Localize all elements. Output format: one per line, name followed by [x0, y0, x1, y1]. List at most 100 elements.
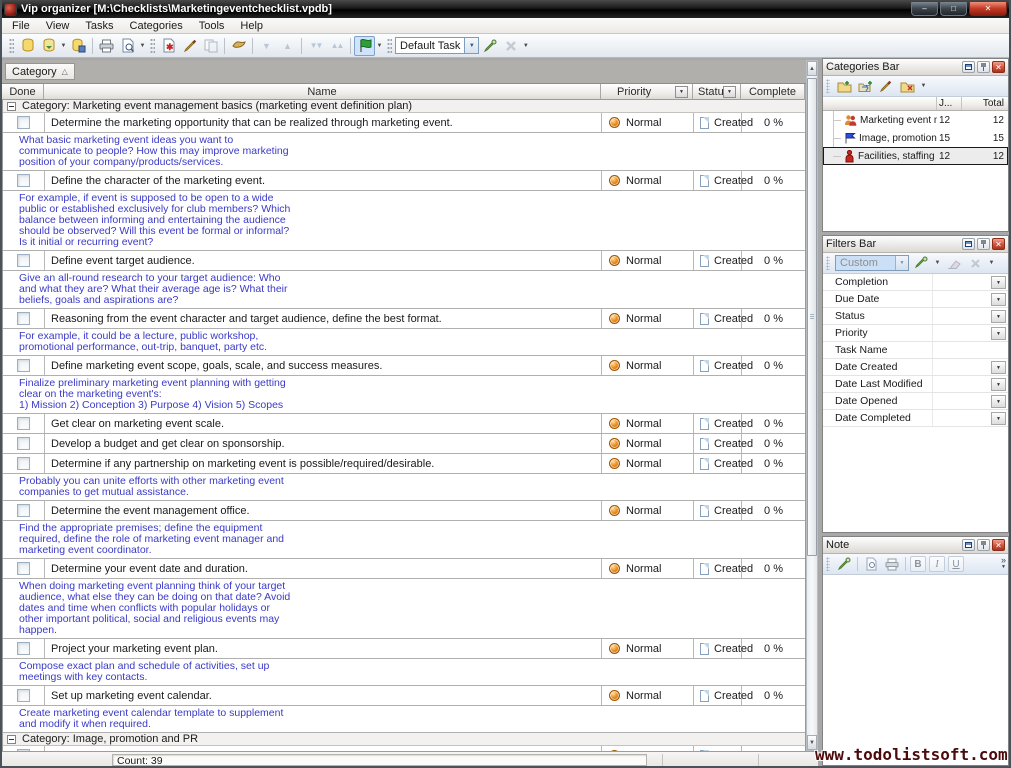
- move-up-button[interactable]: ▲: [277, 36, 298, 56]
- edit-category-button[interactable]: [877, 78, 895, 95]
- collapse-icon[interactable]: [7, 735, 16, 744]
- toolbar-overflow-arrow-icon[interactable]: ▼: [1001, 564, 1006, 571]
- filter-row[interactable]: Task Name: [823, 342, 1008, 359]
- minimize-button[interactable]: –: [911, 2, 938, 16]
- column-header-name[interactable]: Name: [44, 84, 601, 100]
- task-row[interactable]: Determine the event management office.No…: [3, 501, 805, 521]
- notification-dropdown[interactable]: ▼: [375, 43, 384, 49]
- task-checkbox[interactable]: [17, 642, 30, 655]
- menu-view[interactable]: View: [38, 19, 78, 33]
- column-header-jan[interactable]: J...: [937, 97, 962, 110]
- apply-filter-dropdown[interactable]: ▼: [933, 260, 942, 266]
- delete-category-button[interactable]: [898, 78, 916, 95]
- close-button[interactable]: ✕: [969, 2, 1007, 16]
- categories-restore-button[interactable]: [962, 61, 975, 73]
- filter-dropdown-button[interactable]: ▼: [991, 293, 1006, 306]
- filter-dropdown-button[interactable]: ▼: [991, 378, 1006, 391]
- note-close-button[interactable]: ✕: [992, 539, 1005, 551]
- menu-file[interactable]: File: [4, 19, 38, 33]
- status-filter-button[interactable]: ▼: [723, 86, 736, 98]
- new-database-button[interactable]: [17, 36, 38, 56]
- note-pin-button[interactable]: [977, 539, 990, 551]
- filter-dropdown-button[interactable]: ▼: [991, 276, 1006, 289]
- apply-template-button[interactable]: [479, 36, 500, 56]
- filter-row[interactable]: Date Last Modified▼: [823, 376, 1008, 393]
- task-checkbox[interactable]: [17, 417, 30, 430]
- task-row[interactable]: Set up marketing event calendar.NormalCr…: [3, 686, 805, 706]
- filter-row[interactable]: Date Completed▼: [823, 410, 1008, 427]
- task-row[interactable]: Reasoning from the event character and t…: [3, 309, 805, 329]
- task-checkbox[interactable]: [17, 504, 30, 517]
- chevron-down-icon[interactable]: ▼: [895, 256, 908, 270]
- task-row[interactable]: Project your marketing event plan.Normal…: [3, 639, 805, 659]
- filters-restore-button[interactable]: [962, 238, 975, 250]
- categories-pin-button[interactable]: [977, 61, 990, 73]
- note-print-button[interactable]: [883, 556, 901, 573]
- filter-row[interactable]: Completion▼: [823, 274, 1008, 291]
- menu-tasks[interactable]: Tasks: [77, 19, 121, 33]
- category-row[interactable]: Image, promotion and P 15 15: [823, 129, 1008, 147]
- apply-note-button[interactable]: [835, 556, 853, 573]
- filter-row[interactable]: Date Opened▼: [823, 393, 1008, 410]
- save-database-button[interactable]: [68, 36, 89, 56]
- italic-button[interactable]: I: [929, 556, 945, 572]
- menu-help[interactable]: Help: [232, 19, 271, 33]
- task-checkbox[interactable]: [17, 437, 30, 450]
- new-task-button[interactable]: ✱: [158, 36, 179, 56]
- print-preview-button[interactable]: [117, 36, 138, 56]
- new-category-button[interactable]: [835, 78, 853, 95]
- task-row[interactable]: Determine your event date and duration.N…: [3, 559, 805, 579]
- categories-close-button[interactable]: ✕: [992, 61, 1005, 73]
- filter-row[interactable]: Status▼: [823, 308, 1008, 325]
- category-group-row[interactable]: Category: Marketing event management bas…: [3, 100, 805, 113]
- group-by-category-button[interactable]: Category △: [5, 63, 75, 80]
- move-to-top-button[interactable]: ▲▲: [326, 36, 347, 56]
- column-header-complete[interactable]: Complete: [741, 84, 804, 100]
- task-checkbox[interactable]: [17, 562, 30, 575]
- column-header-priority[interactable]: Priority▼: [601, 84, 693, 100]
- filters-pin-button[interactable]: [977, 238, 990, 250]
- open-database-button[interactable]: [38, 36, 59, 56]
- mark-complete-button[interactable]: [228, 36, 249, 56]
- duplicate-task-button[interactable]: [200, 36, 221, 56]
- priority-filter-button[interactable]: ▼: [675, 86, 688, 98]
- task-row[interactable]: Define event target audience.NormalCreat…: [3, 251, 805, 271]
- task-checkbox[interactable]: [17, 689, 30, 702]
- category-row-selected[interactable]: Facilities, staffing and tr 12 12: [823, 147, 1008, 165]
- scrollbar-thumb[interactable]: [807, 78, 817, 556]
- category-row[interactable]: Marketing event manage 12 12: [823, 111, 1008, 129]
- category-group-row[interactable]: Category: Image, promotion and PR: [3, 733, 805, 746]
- filter-dropdown-button[interactable]: ▼: [991, 395, 1006, 408]
- apply-filter-button[interactable]: [912, 255, 930, 272]
- clear-filter-button[interactable]: [945, 255, 963, 272]
- chevron-down-icon[interactable]: ▼: [464, 38, 478, 53]
- task-row[interactable]: Develop a budget and get clear on sponso…: [3, 434, 805, 454]
- task-template-combo[interactable]: Default Task ▼: [395, 37, 479, 54]
- filter-row[interactable]: Date Created▼: [823, 359, 1008, 376]
- filters-toolbar-overflow[interactable]: ▼: [987, 260, 996, 266]
- task-row[interactable]: Determine the marketing opportunity that…: [3, 113, 805, 133]
- filter-preset-combo[interactable]: Custom ▼: [835, 255, 909, 271]
- task-row[interactable]: Get clear on marketing event scale.Norma…: [3, 414, 805, 434]
- note-content[interactable]: [823, 575, 1008, 765]
- filter-dropdown-button[interactable]: ▼: [991, 327, 1006, 340]
- categories-toolbar-overflow[interactable]: ▼: [919, 83, 928, 89]
- delete-template-button[interactable]: [500, 36, 521, 56]
- note-preview-button[interactable]: [862, 556, 880, 573]
- column-header-total[interactable]: Total: [962, 97, 1008, 110]
- delete-filter-button[interactable]: [966, 255, 984, 272]
- filter-row[interactable]: Priority▼: [823, 325, 1008, 342]
- task-row[interactable]: Determine if any partnership on marketin…: [3, 454, 805, 474]
- task-checkbox[interactable]: [17, 174, 30, 187]
- edit-task-button[interactable]: [179, 36, 200, 56]
- task-checkbox[interactable]: [17, 312, 30, 325]
- menu-categories[interactable]: Categories: [122, 19, 191, 33]
- task-checkbox[interactable]: [17, 254, 30, 267]
- move-to-bottom-button[interactable]: ▼▼: [305, 36, 326, 56]
- filter-dropdown-button[interactable]: ▼: [991, 412, 1006, 425]
- task-list-scrollbar[interactable]: ▲ ▼: [806, 60, 818, 751]
- filter-dropdown-button[interactable]: ▼: [991, 310, 1006, 323]
- task-row[interactable]: Define marketing event scope, goals, sca…: [3, 356, 805, 376]
- print-group-overflow[interactable]: ▼: [138, 43, 147, 49]
- task-checkbox[interactable]: [17, 116, 30, 129]
